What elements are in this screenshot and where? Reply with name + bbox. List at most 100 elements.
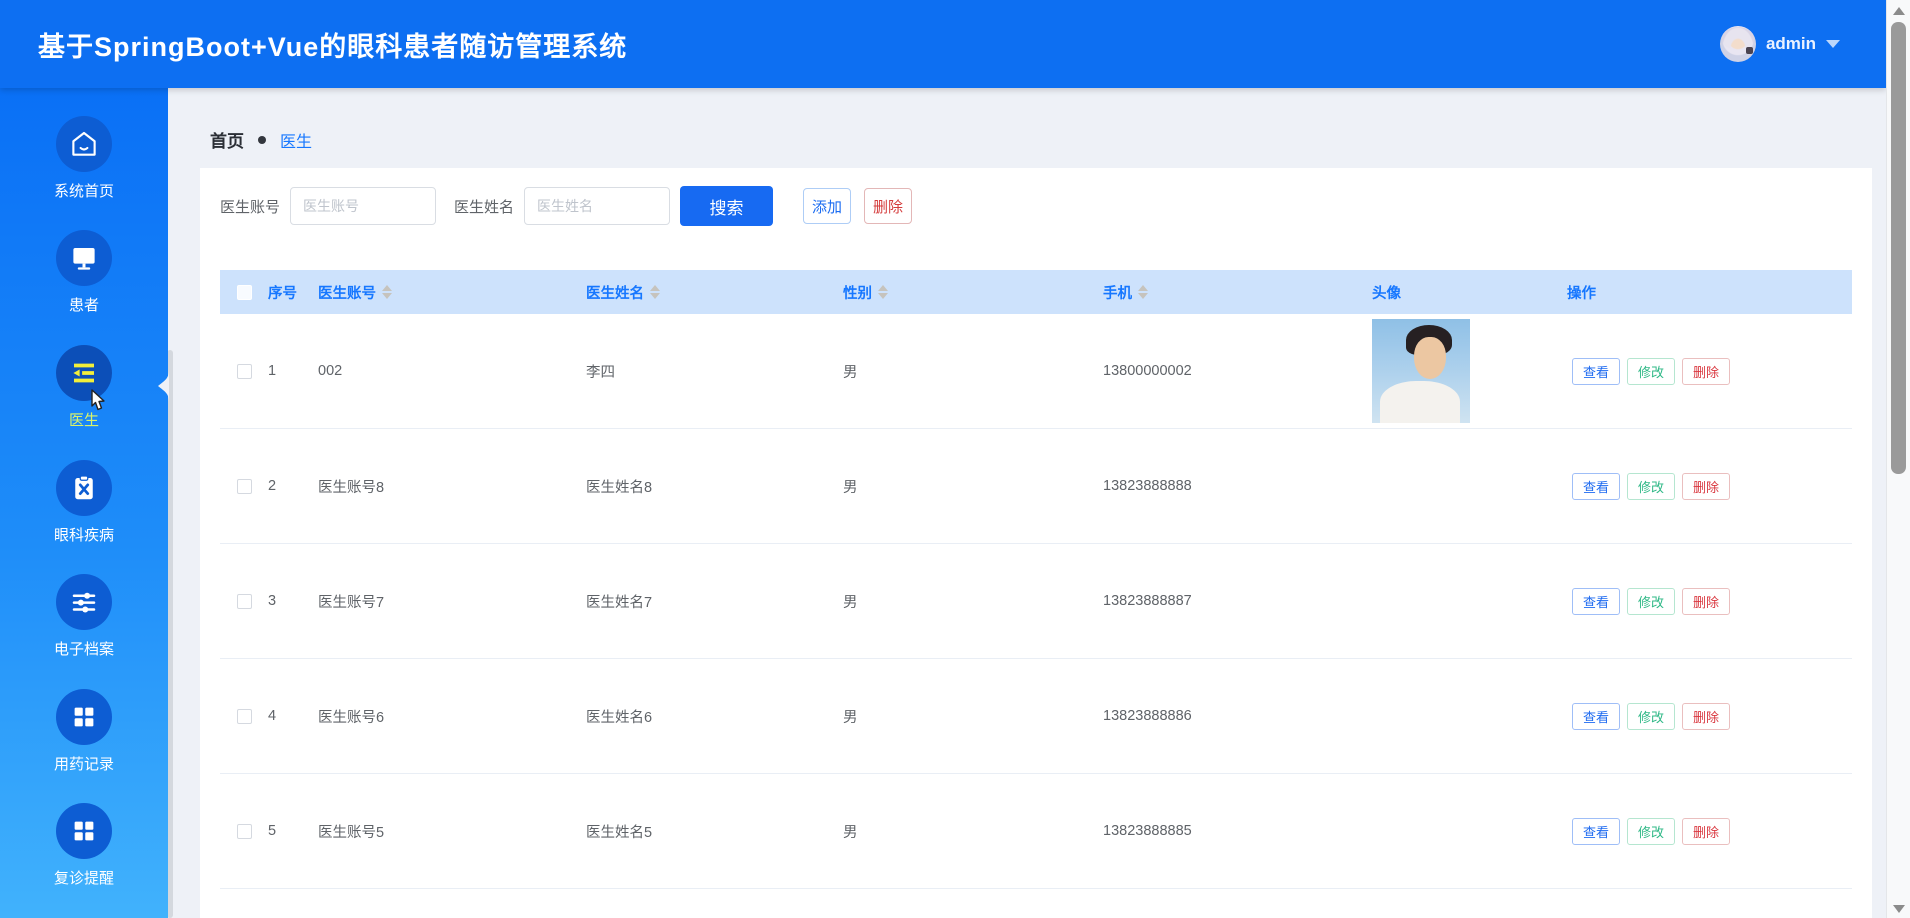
cell-name: 医生姓名5 (586, 821, 843, 842)
mouse-cursor-icon (84, 388, 110, 418)
active-item-notch (154, 370, 169, 402)
chevron-down-icon (1826, 40, 1840, 48)
view-button[interactable]: 查看 (1572, 473, 1620, 500)
user-name: admin (1766, 34, 1816, 54)
row-delete-button[interactable]: 删除 (1682, 588, 1730, 615)
sidebar-item-7[interactable]: 复诊提醒 (0, 803, 168, 888)
breadcrumb: 首页 医生 (210, 127, 312, 152)
sort-carets-icon[interactable] (1138, 285, 1148, 299)
home-icon (69, 129, 99, 159)
column-header[interactable]: 序号 (268, 282, 318, 303)
add-button[interactable]: 添加 (803, 188, 851, 224)
edit-button[interactable]: 修改 (1627, 818, 1675, 845)
cell-name: 医生姓名7 (586, 591, 843, 612)
cell-index: 3 (268, 593, 318, 609)
user-avatar[interactable] (1720, 26, 1756, 62)
table-row: 1 002 李四 男 13800000002 查看 修改 删除 (220, 314, 1852, 429)
menu-fold-icon (69, 358, 99, 388)
cell-name: 医生姓名6 (586, 706, 843, 727)
table-row: 2 医生账号8 医生姓名8 男 13823888888 查看 修改 删除 (220, 429, 1852, 544)
cell-actions: 查看 修改 删除 (1567, 358, 1852, 385)
sidebar-item-5[interactable]: 电子档案 (0, 574, 168, 659)
column-header[interactable]: 医生账号 (318, 282, 586, 303)
window-scrollbar[interactable] (1886, 0, 1910, 918)
search-toolbar: 医生账号 医生姓名 搜索 添加 删除 (220, 186, 912, 226)
cell-actions: 查看 修改 删除 (1567, 473, 1852, 500)
cell-gender: 男 (843, 361, 1103, 382)
sidebar-item-label: 复诊提醒 (0, 867, 168, 888)
column-header[interactable]: 性别 (843, 282, 1103, 303)
sidebar-item-6[interactable]: 用药记录 (0, 689, 168, 774)
cell-index: 1 (268, 363, 318, 379)
column-header-label: 性别 (843, 282, 872, 303)
breadcrumb-separator-dot (258, 136, 266, 144)
sort-carets-icon[interactable] (650, 285, 660, 299)
edit-button[interactable]: 修改 (1627, 588, 1675, 615)
clipboard-x-icon (69, 473, 99, 503)
sidebar-item-label: 用药记录 (0, 753, 168, 774)
sidebar-item-icon-circle (56, 230, 112, 286)
cell-phone: 13823888888 (1103, 478, 1372, 494)
delete-button[interactable]: 删除 (864, 188, 912, 224)
view-button[interactable]: 查看 (1572, 588, 1620, 615)
row-delete-button[interactable]: 删除 (1682, 358, 1730, 385)
row-checkbox[interactable] (237, 824, 252, 839)
sidebar-item-icon-circle (56, 803, 112, 859)
row-checkbox[interactable] (237, 594, 252, 609)
row-checkbox[interactable] (237, 479, 252, 494)
column-header[interactable]: 操作 (1567, 282, 1852, 303)
sidebar: 系统首页 患者 医生 眼科疾病 电子档案 用药记录 复诊提醒 (0, 88, 168, 918)
doctor-table: 序号 医生账号 医生姓名 性别 手机 头像 操作 (220, 270, 1852, 889)
view-button[interactable]: 查看 (1572, 818, 1620, 845)
view-button[interactable]: 查看 (1572, 358, 1620, 385)
scrollbar-thumb[interactable] (1891, 22, 1906, 474)
sidebar-item-label: 系统首页 (0, 180, 168, 201)
name-input[interactable] (524, 187, 670, 225)
column-header-label: 医生姓名 (586, 282, 644, 303)
row-delete-button[interactable]: 删除 (1682, 703, 1730, 730)
view-button[interactable]: 查看 (1572, 703, 1620, 730)
sidebar-item-1[interactable]: 系统首页 (0, 116, 168, 201)
cell-index: 4 (268, 708, 318, 724)
scroll-up-arrow-icon[interactable] (1893, 7, 1905, 15)
avatar-decor (1380, 381, 1460, 423)
scroll-down-arrow-icon[interactable] (1893, 905, 1905, 913)
column-header-label: 序号 (268, 282, 297, 303)
sidebar-item-4[interactable]: 眼科疾病 (0, 460, 168, 545)
breadcrumb-current[interactable]: 医生 (280, 128, 312, 152)
edit-button[interactable]: 修改 (1627, 473, 1675, 500)
column-header[interactable]: 头像 (1372, 282, 1567, 303)
name-field-label: 医生姓名 (454, 196, 514, 217)
sidebar-item-2[interactable]: 患者 (0, 230, 168, 315)
select-all-checkbox[interactable] (237, 285, 252, 300)
edit-button[interactable]: 修改 (1627, 358, 1675, 385)
cell-phone: 13823888887 (1103, 593, 1372, 609)
column-header[interactable]: 医生姓名 (586, 282, 843, 303)
cell-account: 医生账号5 (318, 821, 586, 842)
row-checkbox[interactable] (237, 709, 252, 724)
table-header-row: 序号 医生账号 医生姓名 性别 手机 头像 操作 (220, 270, 1852, 314)
table-row: 5 医生账号5 医生姓名5 男 13823888885 查看 修改 删除 (220, 774, 1852, 889)
row-delete-button[interactable]: 删除 (1682, 818, 1730, 845)
row-checkbox[interactable] (237, 364, 252, 379)
cell-index: 2 (268, 478, 318, 494)
search-button[interactable]: 搜索 (680, 186, 773, 226)
sidebar-item-icon-circle (56, 689, 112, 745)
account-input[interactable] (290, 187, 436, 225)
cell-phone: 13800000002 (1103, 363, 1372, 379)
user-menu[interactable]: admin (1720, 26, 1840, 62)
sidebar-item-label: 眼科疾病 (0, 524, 168, 545)
row-delete-button[interactable]: 删除 (1682, 473, 1730, 500)
cell-gender: 男 (843, 821, 1103, 842)
sort-carets-icon[interactable] (878, 285, 888, 299)
sidebar-item-icon-circle (56, 116, 112, 172)
sort-carets-icon[interactable] (382, 285, 392, 299)
column-header[interactable]: 手机 (1103, 282, 1372, 303)
monitor-icon (69, 243, 99, 273)
cell-gender: 男 (843, 706, 1103, 727)
edit-button[interactable]: 修改 (1627, 703, 1675, 730)
app-title: 基于SpringBoot+Vue的眼科患者随访管理系统 (0, 25, 627, 64)
cell-name: 李四 (586, 361, 843, 382)
cell-account: 医生账号8 (318, 476, 586, 497)
cell-phone: 13823888886 (1103, 708, 1372, 724)
